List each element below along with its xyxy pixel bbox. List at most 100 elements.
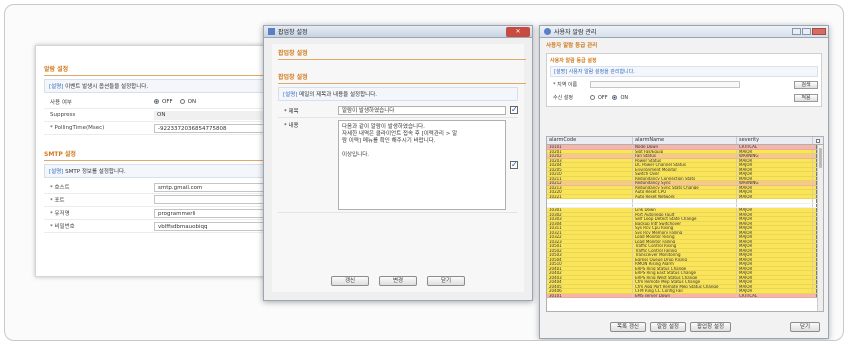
- cell-alarm-code: 10213: [547, 185, 633, 189]
- grade-button-bar: 목록 갱신 알람 설정 팝업창 설정 닫기: [540, 322, 828, 332]
- cell-alarm-name: Egress Queue Drop Rising: [633, 257, 737, 261]
- grid-scrollbar[interactable]: [817, 145, 823, 311]
- cell-severity: CRITICAL: [737, 145, 813, 149]
- cell-alarm-code: 10303: [547, 217, 633, 221]
- cell-severity: MAJOR: [737, 275, 813, 279]
- cell-severity: MAJOR: [737, 235, 813, 239]
- search-input[interactable]: [590, 81, 740, 88]
- popup-header: 팝업창 설정: [278, 48, 526, 60]
- body-line: [342, 145, 502, 152]
- on-radio[interactable]: [612, 95, 618, 100]
- cell-severity: WARNING: [737, 154, 813, 158]
- cell-alarm-code: 20402: [547, 271, 633, 275]
- popup-settings-button[interactable]: 팝업창 설정: [690, 322, 732, 332]
- subject-row: * 제목 알람이 발생하였습니다: [278, 104, 518, 118]
- body-textarea[interactable]: 다음과 같이 알람이 발생하였습니다. 자세한 내역은 클라이언트 접속 후 […: [338, 120, 506, 210]
- cell-alarm-name: Traffic Control Falling: [633, 248, 737, 252]
- cell-alarm-name: Backup Intf Switchover: [633, 221, 737, 225]
- user-label: * 유저명: [50, 211, 70, 217]
- cell-alarm-code: 10501: [547, 244, 633, 248]
- body-line: 람 이력] 메뉴를 확인 해주시기 바랍니다.: [342, 138, 436, 144]
- cell-alarm-code: 10321: [547, 230, 633, 234]
- alarm-settings-button[interactable]: 알람 설정: [650, 322, 686, 332]
- close-icon[interactable]: [812, 28, 826, 35]
- cell-alarm-name: Port Autoneqo Fault: [633, 212, 737, 216]
- cell-alarm-name: Load Monitor Rising: [633, 235, 737, 239]
- cell-alarm-code: 10302: [547, 212, 633, 216]
- cell-severity: MAJOR: [737, 163, 813, 167]
- close-button[interactable]: 닫기: [790, 322, 820, 332]
- window-titlebar[interactable]: 팝업창 설정 ✕: [264, 26, 532, 38]
- cell-alarm-name: Cfm Agg Port Remote Mep Status Change: [633, 284, 737, 288]
- cell-alarm-name: Sys Rcv Cpu Rising: [633, 226, 737, 230]
- popup-settings-window: 팝업창 설정 ✕ 팝업창 설정 팝업창 설정 [설명] 메일의 제목과 내용을 …: [263, 25, 533, 301]
- col-alarm-name[interactable]: alarmName: [633, 137, 737, 144]
- cell-alarm-name: Environment Monitor: [633, 167, 737, 171]
- window-title: 사용자 알람 관리: [554, 29, 597, 36]
- body-line: 다음과 같이 알람이 발생하였습니다.: [342, 124, 425, 130]
- grade-header: 사용자 알람 등급 관리: [546, 43, 598, 49]
- close-icon[interactable]: ✕: [506, 26, 530, 37]
- scroll-thumb[interactable]: [819, 148, 822, 168]
- desc-text: SMTP 정보를 설정합니다.: [65, 169, 126, 175]
- cell-alarm-name: CFM Ring CC Config Fail: [633, 289, 737, 293]
- cell-alarm-name: Fan Status: [633, 154, 737, 158]
- change-button[interactable]: 변경: [379, 276, 417, 286]
- cell-alarm-code: 10323: [547, 239, 633, 243]
- screenshot-frame: 알람 설정 [설명] 이벤트 발생시 옵션들을 설정합니다. 사용 여부 OFF…: [4, 4, 844, 341]
- cell-alarm-name: [633, 203, 737, 207]
- cell-alarm-code: 10202: [547, 154, 633, 158]
- subject-checkbox[interactable]: [510, 105, 518, 114]
- receive-row: 수신 설정 OFF ON 적용: [550, 92, 818, 103]
- alarm-grade-window: 사용자 알람 관리 사용자 알람 등급 관리 사용자 알람 등급 설정 [설명]…: [539, 25, 829, 339]
- list-refresh-button[interactable]: 목록 갱신: [610, 322, 646, 332]
- cell-alarm-name: Slot Fail/Equip: [633, 149, 737, 153]
- cell-alarm-code: 10211: [547, 176, 633, 180]
- cell-severity: WARNING: [737, 181, 813, 185]
- group-desc: [설명] 사용자 알람 설정을 관리합니다.: [550, 66, 818, 77]
- cell-severity: MAJOR: [737, 149, 813, 153]
- cell-severity: MAJOR: [737, 208, 813, 212]
- apply-button[interactable]: 적용: [794, 93, 818, 102]
- col-alarm-code[interactable]: alarmCode: [547, 137, 633, 144]
- window-icon: [268, 28, 275, 35]
- cell-alarm-code: 10510: [547, 262, 633, 266]
- on-radio[interactable]: [179, 99, 185, 104]
- col-severity[interactable]: severity: [737, 137, 813, 144]
- window-titlebar[interactable]: 사용자 알람 관리: [540, 26, 828, 38]
- cell-alarm-code: 10221: [547, 194, 633, 198]
- search-button[interactable]: 검색: [794, 80, 818, 89]
- user-row: * 유저명 programmerli: [44, 207, 296, 220]
- cell-severity: MAJOR: [737, 262, 813, 266]
- cell-alarm-code: 10502: [547, 248, 633, 252]
- close-button[interactable]: 닫기: [427, 276, 465, 286]
- cell-severity: CRITICAL: [737, 293, 813, 297]
- popup-desc: [설명] 메일의 제목과 내용을 설정합니다.: [278, 87, 518, 101]
- alarm-grid: alarmCode alarmName severity 10101 Node D…: [546, 136, 824, 312]
- cell-alarm-name: RMON Rising Alarm: [633, 262, 737, 266]
- minimize-icon[interactable]: [792, 28, 801, 35]
- table-row[interactable]: 30101 EMS server Down CRITICAL: [547, 293, 823, 298]
- desc-text: 메일의 제목과 내용을 설정합니다.: [299, 92, 378, 98]
- subject-input[interactable]: 알람이 발생하였습니다: [338, 106, 506, 115]
- cell-severity: MAJOR: [737, 226, 813, 230]
- off-radio[interactable]: [590, 95, 595, 100]
- cell-severity: MAJOR: [737, 185, 813, 189]
- cell-alarm-name: Power Status: [633, 158, 737, 162]
- cell-alarm-code: 10203: [547, 158, 633, 162]
- password-label: * 비밀번호: [50, 224, 75, 230]
- desc-tag: [설명]: [49, 84, 64, 90]
- cell-alarm-code: 10504: [547, 257, 633, 261]
- cell-alarm-code: 20405: [547, 284, 633, 288]
- refresh-button[interactable]: 갱신: [331, 276, 369, 286]
- off-radio[interactable]: [154, 99, 159, 104]
- maximize-icon[interactable]: [802, 28, 811, 35]
- cell-severity: MAJOR: [737, 167, 813, 171]
- cell-alarm-name: EMS server Down: [633, 293, 737, 297]
- popup-content: 팝업창 설정 팝업창 설정 [설명] 메일의 제목과 내용을 설정합니다. * …: [272, 44, 526, 292]
- password-row: * 비밀번호 vblffsdbmauobiqq: [44, 220, 296, 233]
- cell-alarm-code: 10304: [547, 221, 633, 225]
- select-all-checkbox[interactable]: [816, 138, 820, 143]
- body-checkbox[interactable]: [510, 160, 518, 169]
- cell-severity: MAJOR: [737, 284, 813, 288]
